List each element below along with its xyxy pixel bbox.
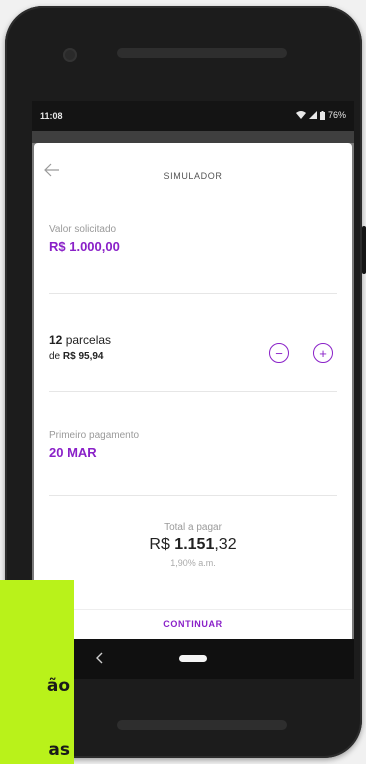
total-value-cents: ,32 <box>214 536 237 553</box>
status-icons: 76% <box>295 110 346 120</box>
parcela-value: R$ 95,94 <box>62 351 104 362</box>
bottom-speaker <box>117 720 287 730</box>
overlay-text-2: as <box>48 740 70 760</box>
parcelas-number: 12 <box>49 333 63 347</box>
battery-icon <box>319 110 325 120</box>
status-bar: 11:08 76% <box>32 101 354 131</box>
continue-button[interactable]: CONTINUAR <box>34 609 352 638</box>
promo-overlay: ão as <box>0 580 74 764</box>
overlay-text-1: ão <box>46 676 70 696</box>
total-value-bold: 1.151 <box>174 536 215 553</box>
divider <box>49 391 337 392</box>
parcela-prefix: de <box>49 351 63 362</box>
valor-value[interactable]: R$ 1.000,00 <box>49 239 120 254</box>
front-camera <box>63 48 77 62</box>
battery-percent: 76% <box>327 110 346 120</box>
increase-installments-button[interactable]: + <box>313 343 333 363</box>
valor-label: Valor solicitado <box>49 224 117 235</box>
phone-screen: 11:08 76% SIMULADOR Valor solicitado R$ … <box>32 101 354 679</box>
total-label: Total a pagar <box>164 522 222 533</box>
page-title: SIMULADOR <box>163 171 223 181</box>
total-currency: R$ <box>149 536 175 553</box>
divider <box>49 495 337 496</box>
signal-icon <box>308 111 317 119</box>
power-button <box>362 226 366 274</box>
status-time: 11:08 <box>40 111 63 121</box>
interest-rate: 1,90% a.m. <box>170 558 216 568</box>
overlay-dim <box>32 131 354 143</box>
parcela-amount: de R$ 95,94 <box>49 351 104 362</box>
decrease-installments-button[interactable]: − <box>269 343 289 363</box>
nav-back-icon[interactable] <box>94 651 104 670</box>
divider <box>49 293 337 294</box>
simulator-card: SIMULADOR Valor solicitado R$ 1.000,00 1… <box>34 143 352 663</box>
parcelas-suffix: parcelas <box>62 333 112 347</box>
top-speaker <box>117 48 287 58</box>
parcelas-count: 12 parcelas <box>49 333 111 347</box>
pagamento-label: Primeiro pagamento <box>49 430 140 441</box>
wifi-icon <box>295 111 306 119</box>
nav-home-button[interactable] <box>179 655 207 662</box>
total-value: R$ 1.151,32 <box>34 536 352 554</box>
android-nav-bar <box>32 639 354 679</box>
pagamento-date[interactable]: 20 MAR <box>49 445 97 460</box>
